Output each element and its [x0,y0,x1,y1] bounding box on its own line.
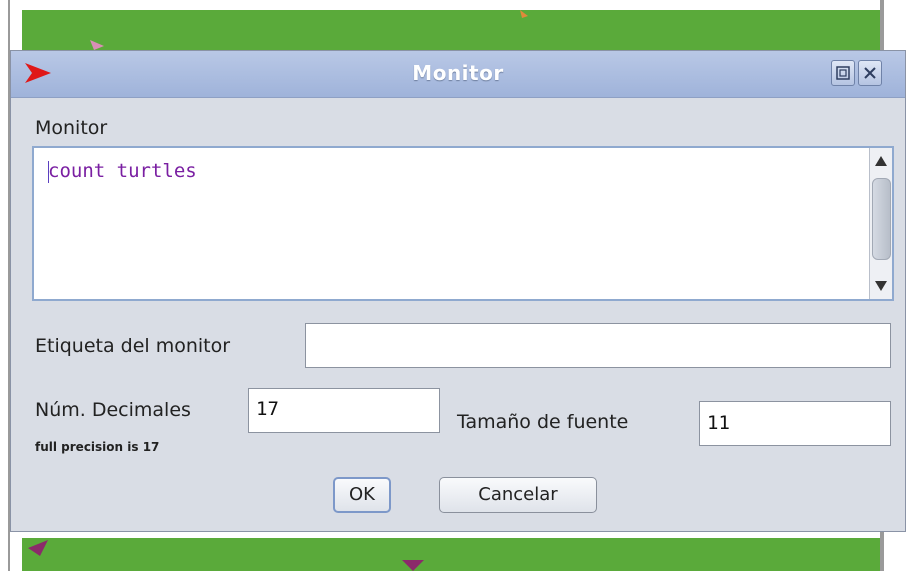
precision-hint: full precision is 17 [35,440,160,454]
monitor-dialog: Monitor Monitor count turtles Etiqueta d… [10,50,906,532]
decimals-label: Núm. Decimales [35,399,191,421]
scroll-down-icon[interactable] [875,281,887,291]
scroll-up-icon[interactable] [875,156,887,166]
maximize-icon [836,66,850,80]
title-bar[interactable]: Monitor [11,51,905,98]
close-button[interactable] [858,60,882,86]
close-icon [864,67,876,79]
maximize-button[interactable] [831,60,855,86]
scrollbar-thumb[interactable] [872,178,891,260]
turtle-shape [90,40,104,50]
cancel-button[interactable]: Cancelar [439,477,597,513]
decimals-input[interactable]: 17 [248,388,440,433]
turtle-shape [28,540,48,556]
font-size-label: Tamaño de fuente [457,411,629,433]
reporter-label: Monitor [35,117,108,139]
font-size-input[interactable]: 11 [699,401,891,446]
turtle-shape [402,560,424,571]
display-name-input[interactable] [305,323,891,368]
display-name-label: Etiqueta del monitor [35,335,231,357]
reporter-editor[interactable]: count turtles [32,146,894,301]
window-title: Monitor [412,61,504,85]
reporter-code[interactable]: count turtles [48,160,197,182]
ok-button[interactable]: OK [333,477,391,513]
turtle-shape [520,10,528,18]
editor-scrollbar[interactable] [869,148,892,299]
